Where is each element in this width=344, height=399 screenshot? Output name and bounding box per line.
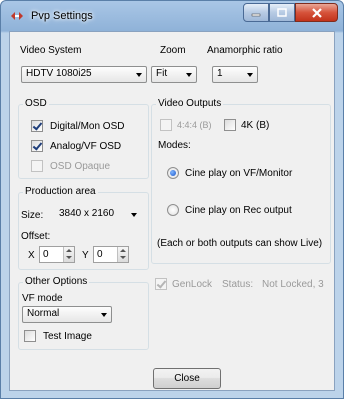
- outputs-note: (Each or both outputs can show Live): [157, 238, 323, 249]
- osd-group-title: OSD: [23, 98, 49, 109]
- anamorphic-label: Anamorphic ratio: [207, 45, 283, 56]
- spinner-arrows-icon[interactable]: [117, 247, 128, 262]
- chevron-down-icon: [136, 73, 142, 77]
- test-image-checkbox[interactable]: [24, 330, 36, 342]
- test-image-label: Test Image: [43, 331, 92, 342]
- other-options-title: Other Options: [23, 276, 90, 287]
- output-4k-label: 4K (B): [241, 120, 270, 131]
- offset-label: Offset:: [21, 231, 51, 242]
- video-system-select[interactable]: HDTV 1080i25: [21, 66, 147, 83]
- output-4k-checkbox[interactable]: [224, 119, 236, 131]
- digital-osd-label: Digital/Mon OSD: [50, 121, 125, 132]
- offset-y-stepper[interactable]: 0: [93, 246, 129, 263]
- mode-vf-monitor-radio[interactable]: [167, 167, 179, 179]
- chevron-down-icon: [247, 73, 253, 77]
- mode-rec-output-radio[interactable]: [167, 204, 179, 216]
- video-system-label: Video System: [20, 45, 82, 56]
- vf-mode-label: VF mode: [22, 293, 63, 304]
- osd-opaque-label: OSD Opaque: [50, 161, 111, 172]
- analog-osd-checkbox[interactable]: [31, 140, 43, 152]
- zoom-label: Zoom: [160, 45, 186, 56]
- size-select[interactable]: 3840 x 2160: [54, 206, 142, 223]
- genlock-label: GenLock: [172, 279, 213, 290]
- production-area-title: Production area: [23, 186, 98, 197]
- mode-vf-monitor-label: Cine play on VF/Monitor: [185, 168, 293, 179]
- offset-y-label: Y: [82, 250, 89, 261]
- app-icon: [11, 12, 23, 20]
- anamorphic-value: 1: [217, 68, 223, 79]
- digital-osd-checkbox[interactable]: [31, 120, 43, 132]
- title-bar[interactable]: Pvp Settings: [1, 1, 343, 31]
- size-label: Size:: [21, 210, 44, 221]
- minimize-icon: [251, 13, 261, 16]
- anamorphic-select[interactable]: 1: [212, 66, 258, 83]
- vf-mode-value: Normal: [27, 308, 60, 319]
- video-system-value: HDTV 1080i25: [26, 68, 92, 79]
- chevron-down-icon: [131, 213, 137, 217]
- modes-label: Modes:: [158, 140, 191, 151]
- chevron-down-icon: [186, 73, 192, 77]
- osd-opaque-checkbox[interactable]: [31, 160, 43, 172]
- analog-osd-label: Analog/VF OSD: [50, 141, 122, 152]
- genlock-status-label: Status:: [222, 279, 254, 290]
- output-444-checkbox[interactable]: [160, 119, 172, 131]
- maximize-icon: [277, 8, 287, 17]
- close-window-button[interactable]: [295, 3, 338, 22]
- minimize-button[interactable]: [243, 3, 269, 22]
- chevron-down-icon: [101, 313, 107, 317]
- video-outputs-title: Video Outputs: [156, 98, 224, 109]
- close-button[interactable]: Close: [153, 368, 221, 389]
- dialog-body: Video System HDTV 1080i25 Zoom Fit Anamo…: [9, 31, 335, 391]
- zoom-select[interactable]: Fit: [151, 66, 197, 83]
- vf-mode-select[interactable]: Normal: [22, 306, 112, 323]
- output-444-label: 4:4:4 (B): [177, 120, 212, 130]
- offset-x-label: X: [28, 250, 35, 261]
- offset-x-value: 0: [43, 249, 49, 260]
- close-icon: [311, 7, 322, 18]
- maximize-button[interactable]: [269, 3, 295, 22]
- offset-y-value: 0: [97, 249, 103, 260]
- genlock-checkbox[interactable]: [155, 278, 167, 290]
- spinner-arrows-icon[interactable]: [63, 247, 74, 262]
- mode-rec-output-label: Cine play on Rec output: [185, 205, 292, 216]
- window-title: Pvp Settings: [31, 10, 93, 22]
- genlock-status-value: Not Locked, 3: [262, 279, 324, 290]
- settings-window: Pvp Settings Video System HDTV 1080i25 Z…: [0, 0, 344, 399]
- zoom-value: Fit: [156, 68, 168, 79]
- size-value: 3840 x 2160: [59, 208, 115, 219]
- offset-x-stepper[interactable]: 0: [39, 246, 75, 263]
